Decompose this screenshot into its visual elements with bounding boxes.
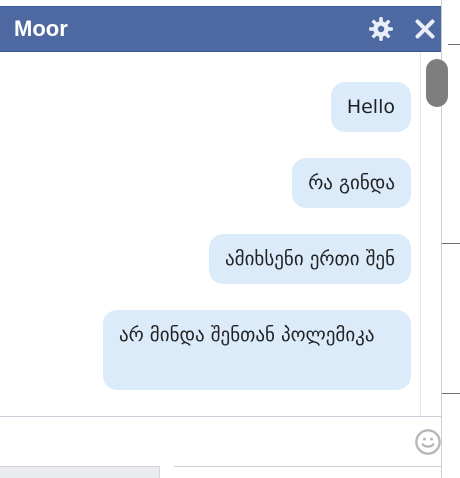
emoji-button[interactable]: [414, 428, 442, 456]
gear-icon: [369, 17, 393, 41]
message-input[interactable]: [0, 418, 400, 466]
message-text: არ მინდა შენთან პოლემიკა: [119, 324, 375, 346]
edge-mark: [442, 393, 460, 394]
message-list: Hello რა გინდა ამიხსენი ერთი შენ არ მინდ…: [0, 52, 420, 416]
close-icon: [415, 19, 435, 39]
bottom-divider: [174, 466, 442, 467]
message-bubble: რა გინდა: [292, 158, 411, 208]
chat-title: Moor: [14, 16, 68, 41]
chat-window: Moor Hello რა გინდა ამიხსენი ერთი შენ არ…: [0, 0, 442, 478]
message-bubble: არ მინდა შენთან პოლემიკა: [103, 310, 411, 390]
chat-titlebar: Moor: [0, 6, 441, 52]
edge-mark: [442, 243, 460, 244]
settings-button[interactable]: [366, 14, 396, 44]
smiley-icon: [415, 429, 441, 455]
message-bubble: Hello: [330, 82, 411, 132]
message-bubble: ამიხსენი ერთი შენ: [209, 234, 411, 284]
bottom-strip: [0, 466, 160, 478]
scrollbar-thumb[interactable]: [426, 59, 448, 107]
message-text: Hello: [346, 96, 395, 118]
close-button[interactable]: [410, 14, 440, 44]
message-text: ამიხსენი ერთი შენ: [225, 248, 395, 270]
edge-mark: [448, 44, 460, 45]
message-text: რა გინდა: [308, 172, 395, 194]
